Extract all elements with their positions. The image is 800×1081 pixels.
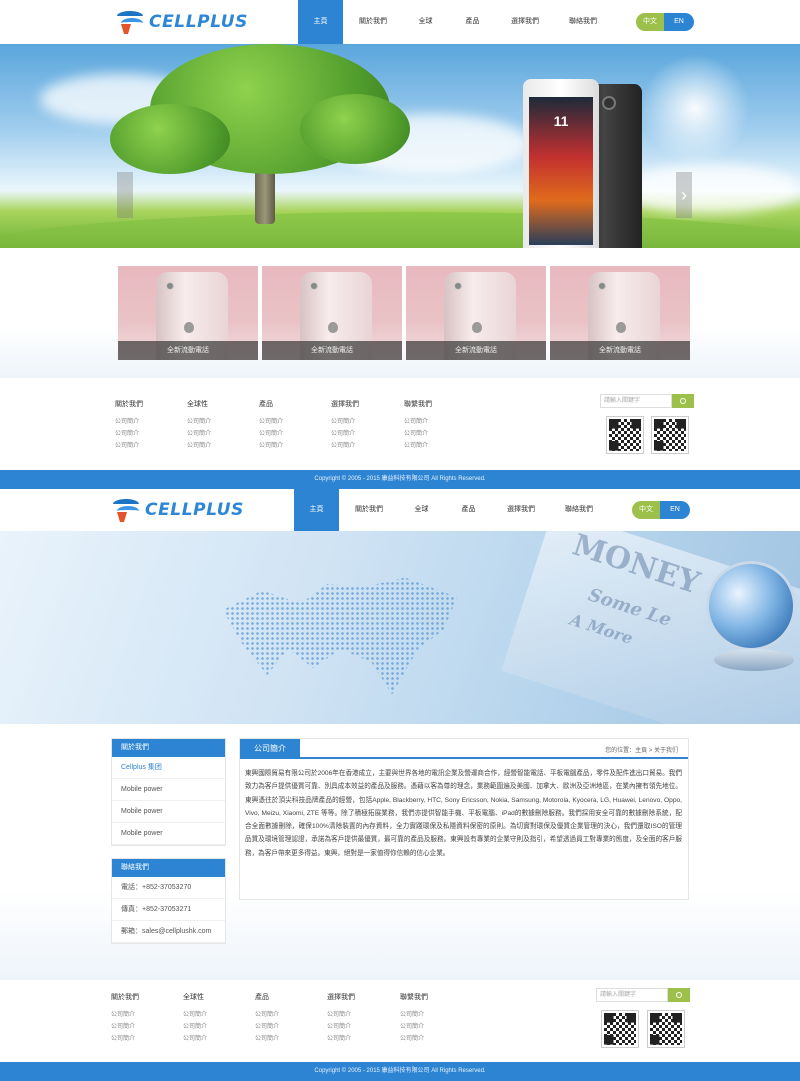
cellplus-logo-icon	[113, 497, 139, 523]
footer-top: 關於我們 公司簡介 公司簡介 公司簡介 全球性 公司簡介 公司簡介 公司簡介 產…	[0, 378, 800, 468]
nav-about[interactable]: 關於我們	[341, 489, 397, 531]
sidebar-item-cellplus[interactable]: Cellplus 集团	[112, 757, 225, 779]
breadcrumb: 您的位置：主頁 > 关于我们	[605, 748, 678, 754]
apple-logo-icon	[616, 322, 626, 333]
footer-column-choose: 選擇我們 公司簡介 公司簡介 公司簡介	[327, 994, 355, 1042]
sidebar-item-mobile-power[interactable]: Mobile power	[112, 823, 225, 845]
nav-contact[interactable]: 聯絡我們	[555, 0, 611, 44]
product-caption: 全新流動電話	[406, 341, 546, 360]
qr-code-icon	[647, 1010, 685, 1048]
apple-logo-icon	[184, 322, 194, 333]
nav-choose-us[interactable]: 選擇我們	[493, 489, 549, 531]
footer-column-about: 關於我們 公司簡介 公司簡介 公司簡介	[115, 401, 143, 449]
chevron-right-icon: ›	[681, 185, 687, 205]
logo-text: CELLPLUS	[149, 12, 248, 32]
globe-graphic	[706, 561, 796, 651]
phone-front-image: 11	[523, 79, 599, 248]
footer-column-global: 全球性 公司簡介 公司簡介 公司簡介	[187, 401, 212, 449]
main-nav: 主頁 關於我們 全球 產品 選擇我們 聯絡我們	[298, 0, 613, 44]
search-button[interactable]	[668, 988, 690, 1002]
copyright-bar: Copyright © 2005 - 2015 康益科技有限公司 All Rig…	[0, 1062, 800, 1081]
sidebar-item-mobile-power[interactable]: Mobile power	[112, 801, 225, 823]
world-map-graphic	[223, 577, 457, 695]
footer-column-products: 產品 公司簡介 公司簡介 公司簡介	[259, 401, 284, 449]
nav-global[interactable]: 全球	[403, 0, 448, 44]
contact-fax: 傳真：+852-37053271	[112, 899, 225, 921]
nav-products[interactable]: 產品	[450, 0, 495, 44]
header-top: CELLPLUS 主頁 關於我們 全球 產品 選擇我們 聯絡我們 中文 EN	[0, 0, 800, 44]
cellplus-logo-icon	[117, 9, 143, 35]
apple-logo-icon	[472, 322, 482, 333]
footer-column-products: 產品 公司簡介 公司簡介 公司簡介	[255, 994, 280, 1042]
footer-column-contact: 聯繫我們 公司簡介 公司簡介 公司簡介	[404, 401, 432, 449]
sidebar-item-mobile-power[interactable]: Mobile power	[112, 779, 225, 801]
slider-next-button[interactable]: ›	[676, 172, 692, 218]
search-icon	[680, 398, 686, 404]
lang-en-button[interactable]: EN	[660, 501, 690, 519]
inner-banner: MONEY Some Le A More	[0, 531, 800, 724]
tab-company-profile[interactable]: 公司簡介	[240, 739, 300, 759]
nav-products[interactable]: 產品	[446, 489, 491, 531]
footer-column-global: 全球性 公司簡介 公司簡介 公司簡介	[183, 994, 208, 1042]
footer-column-about: 關於我們 公司簡介 公司簡介 公司簡介	[111, 994, 139, 1042]
sidebar-about-title: 關於我們	[112, 739, 225, 757]
company-profile-panel: 公司簡介 您的位置：主頁 > 关于我们 東興國際貿易有限公司於2006年在香港成…	[239, 738, 689, 900]
logo-text: CELLPLUS	[145, 500, 244, 520]
product-card[interactable]: 全新流動電話	[262, 266, 402, 360]
header-inner: CELLPLUS 主頁 關於我們 全球 產品 選擇我們 聯絡我們 中文 EN	[0, 489, 800, 531]
company-profile-text: 東興國際貿易有限公司於2006年在香港成立，主要與世界各地的電訊企業及營運商合作…	[245, 770, 682, 857]
product-caption: 全新流動電話	[262, 341, 402, 360]
qr-code-icon	[606, 416, 644, 454]
contact-email[interactable]: 郵箱：sales@cellplushk.com	[112, 921, 225, 943]
search-button[interactable]	[672, 394, 694, 408]
footer-column-choose: 選擇我們 公司簡介 公司簡介 公司簡介	[331, 401, 359, 449]
lang-en-button[interactable]: EN	[664, 13, 694, 31]
logo[interactable]: CELLPLUS	[113, 497, 244, 523]
contact-phone: 電話：+852-37053270	[112, 877, 225, 899]
product-strip: 全新流動電話 全新流動電話 全新流動電話 全新流動電話	[0, 248, 800, 378]
nav-choose-us[interactable]: 選擇我們	[497, 0, 553, 44]
sidebar-contact-title: 聯絡我們	[112, 859, 225, 877]
main-nav: 主頁 關於我們 全球 產品 選擇我們 聯絡我們	[294, 489, 609, 531]
copyright-bar: Copyright © 2005 - 2015 康益科技有限公司 All Rig…	[0, 470, 800, 489]
language-switch: 中文 EN	[632, 501, 690, 519]
footer-column-contact: 聯繫我們 公司簡介 公司簡介 公司簡介	[400, 994, 428, 1042]
qr-code-icon	[651, 416, 689, 454]
footer-bottom: 關於我們 公司簡介 公司簡介 公司簡介 全球性 公司簡介 公司簡介 公司簡介 產…	[0, 980, 800, 1062]
nav-about[interactable]: 關於我們	[345, 0, 401, 44]
logo[interactable]: CELLPLUS	[117, 9, 248, 35]
product-card[interactable]: 全新流動電話	[406, 266, 546, 360]
product-card[interactable]: 全新流動電話	[118, 266, 258, 360]
content-area: 關於我們 Cellplus 集团 Mobile power Mobile pow…	[0, 724, 800, 980]
lang-zh-button[interactable]: 中文	[636, 13, 664, 31]
apple-logo-icon	[328, 322, 338, 333]
lang-zh-button[interactable]: 中文	[632, 501, 660, 519]
product-caption: 全新流動電話	[118, 341, 258, 360]
search-input[interactable]: 請輸入關鍵字	[600, 394, 672, 408]
sun-glow	[640, 54, 750, 164]
sidebar-contact: 聯絡我們 電話：+852-37053270 傳真：+852-37053271 郵…	[111, 858, 226, 944]
nav-global[interactable]: 全球	[399, 489, 444, 531]
hero-banner: 11 ›	[0, 44, 800, 248]
footer-search: 請輸入關鍵字	[596, 988, 690, 1002]
search-input[interactable]: 請輸入關鍵字	[596, 988, 668, 1002]
nav-home[interactable]: 主頁	[298, 0, 343, 44]
sidebar-about: 關於我們 Cellplus 集团 Mobile power Mobile pow…	[111, 738, 226, 846]
footer-search: 請輸入關鍵字	[600, 394, 694, 408]
product-caption: 全新流動電話	[550, 341, 690, 360]
product-card[interactable]: 全新流動電話	[550, 266, 690, 360]
language-switch: 中文 EN	[636, 13, 694, 31]
qr-code-icon	[601, 1010, 639, 1048]
search-icon	[676, 992, 682, 998]
slider-prev-button[interactable]	[117, 172, 133, 218]
nav-contact[interactable]: 聯絡我們	[551, 489, 607, 531]
nav-home[interactable]: 主頁	[294, 489, 339, 531]
